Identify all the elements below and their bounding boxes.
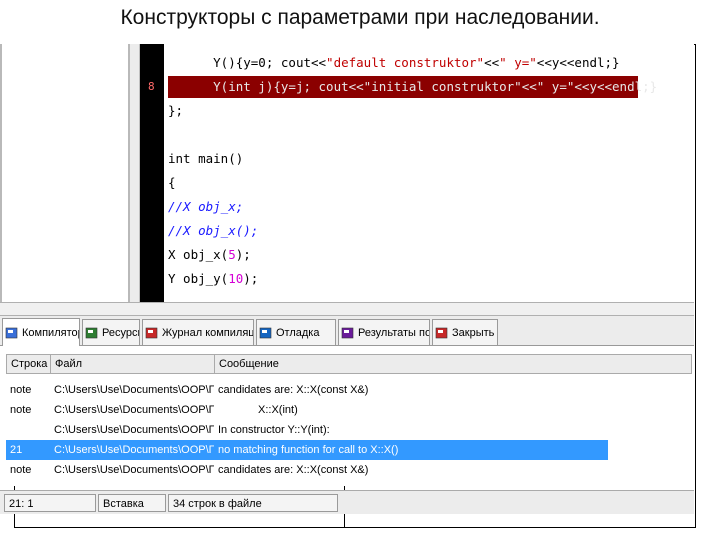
tab-label: Закрыть xyxy=(452,326,495,339)
code-token: X obj_x( xyxy=(168,247,229,262)
code-token: { xyxy=(168,175,176,190)
cell-message: In constructor Y::Y(int): xyxy=(218,424,330,436)
cell-message: X::X(int) xyxy=(258,404,298,416)
output-tabbar: Компилятор Ресурсы Журнал компиляции Отладк… xyxy=(0,316,694,346)
table-row[interactable]: 21 C:\Users\Use\Documents\OOP\Пр... no mat… xyxy=(6,440,608,460)
slide-title: Конструкторы с параметрами при наследова… xyxy=(120,6,600,29)
resources-icon xyxy=(85,327,98,338)
column-header-message[interactable]: Сообщение xyxy=(215,355,691,373)
cell-file: C:\Users\Use\Documents\OOP\Пр... xyxy=(54,404,214,416)
line-count: 34 строк в файле xyxy=(168,494,338,512)
column-header-file[interactable]: Файл xyxy=(51,355,215,373)
compile-log-icon xyxy=(145,327,158,338)
code-line[interactable]: { xyxy=(168,172,176,194)
code-token: int main() xyxy=(168,151,244,166)
code-line[interactable]: X obj_x(5); xyxy=(168,244,251,266)
cell-message: candidates are: X::X(const X&) xyxy=(218,464,369,476)
code-line[interactable]: //X obj_x; xyxy=(168,196,243,218)
tab-debug[interactable]: Отладка xyxy=(256,319,336,345)
cell-file: C:\Users\Use\Documents\OOP\Пр... xyxy=(54,444,214,456)
cursor-position: 21: 1 xyxy=(4,494,96,512)
tab-label: Ресурсы xyxy=(102,326,139,339)
code-token: << xyxy=(484,55,500,70)
insert-mode: Вставка xyxy=(98,494,166,512)
table-row[interactable]: note C:\Users\Use\Documents\OOP\Пр... X::X… xyxy=(6,400,692,420)
cell-file: C:\Users\Use\Documents\OOP\Пр... xyxy=(54,384,214,396)
panel-splitter[interactable] xyxy=(130,44,140,306)
cell-line: note xyxy=(10,404,32,416)
cell-message: no matching function for call to X::X() xyxy=(218,444,399,456)
table-header: Строка Файл Сообщение xyxy=(6,354,692,374)
table-row[interactable]: C:\Users\Use\Documents\OOP\Пр... In const… xyxy=(6,420,692,440)
debug-icon xyxy=(259,327,272,338)
code-line[interactable]: }; xyxy=(168,100,183,122)
project-panel[interactable] xyxy=(0,44,130,306)
code-token: ); xyxy=(235,247,251,262)
tab-compiler[interactable]: Компилятор xyxy=(2,318,80,346)
table-row[interactable]: note C:\Users\Use\Documents\OOP\Пр... cand… xyxy=(6,380,692,400)
error-highlight-line[interactable]: Y(int j){y=j; cout<<"initial construktor… xyxy=(168,76,657,98)
code-token: }; xyxy=(168,103,184,118)
code-token: //X obj_x(); xyxy=(168,223,259,238)
status-bar: 21: 1 Вставка 34 строк в файле xyxy=(0,490,694,514)
column-header-line[interactable]: Строка xyxy=(7,355,51,373)
tab-resources[interactable]: Ресурсы xyxy=(82,319,140,345)
close-icon xyxy=(435,327,448,338)
tab-label: Результаты поиска xyxy=(358,326,429,339)
cell-line: note xyxy=(10,464,32,476)
cell-message: candidates are: X::X(const X&) xyxy=(218,384,369,396)
error-marker-icon[interactable]: 8 xyxy=(148,80,155,93)
tab-search-results[interactable]: Результаты поиска xyxy=(338,319,430,345)
ide-window: 8 Y(){y=0; cout<<"default construktor"<<… xyxy=(0,44,696,530)
compiler-icon xyxy=(5,327,18,338)
code-token: Y(){y=0; cout<< xyxy=(213,55,327,70)
code-line[interactable]: Y obj_y(10); xyxy=(168,268,258,290)
code-line[interactable]: int main() xyxy=(168,148,243,170)
cell-line xyxy=(6,420,50,440)
code-token: 10 xyxy=(228,271,244,286)
code-token: //X obj_x; xyxy=(168,199,244,214)
code-line[interactable]: Y(){y=0; cout<<"default construktor"<<" … xyxy=(168,52,620,74)
code-editor[interactable]: 8 Y(){y=0; cout<<"default construktor"<<… xyxy=(140,44,694,302)
code-token: Y obj_y( xyxy=(168,271,229,286)
cell-file: C:\Users\Use\Documents\OOP\Пр... xyxy=(54,464,214,476)
cell-file: C:\Users\Use\Documents\OOP\Пр... xyxy=(54,424,214,436)
code-token: " y=" xyxy=(499,55,537,70)
tab-label: Журнал компиляции xyxy=(162,326,254,339)
table-row[interactable]: note C:\Users\Use\Documents\OOP\Пр... cand… xyxy=(6,460,692,480)
code-token: ); xyxy=(243,271,259,286)
search-results-icon xyxy=(341,327,354,338)
code-token: 5 xyxy=(228,247,236,262)
tab-close[interactable]: Закрыть xyxy=(432,319,498,345)
editor-gutter: 8 xyxy=(140,44,164,302)
code-token: "default construktor" xyxy=(326,55,485,70)
code-line[interactable]: //X obj_x(); xyxy=(168,220,258,242)
code-token: Y(int j){y=j; cout<<"initial construktor… xyxy=(213,79,658,94)
tab-compile-log[interactable]: Журнал компиляции xyxy=(142,319,254,345)
cell-line: note xyxy=(10,384,32,396)
code-token: <<y<<endl;} xyxy=(536,55,620,70)
horizontal-scrollbar[interactable] xyxy=(0,302,694,316)
tab-label: Отладка xyxy=(276,326,320,339)
compiler-messages-table: Строка Файл Сообщение note C:\Users\Use\D… xyxy=(0,346,694,486)
cell-line: 21 xyxy=(10,444,23,456)
tab-label: Компилятор xyxy=(22,326,80,339)
